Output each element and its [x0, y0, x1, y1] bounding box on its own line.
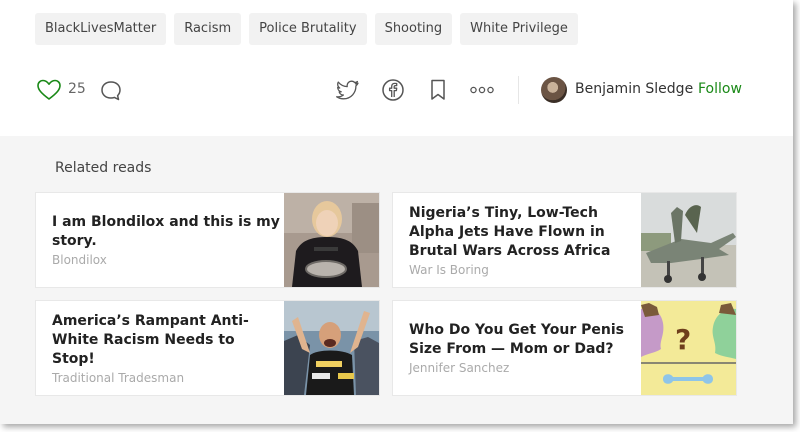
heart-icon[interactable] [36, 78, 62, 102]
more-icon[interactable] [469, 78, 495, 102]
related-reads-section: Related reads I am Blondilox and this is… [0, 136, 793, 424]
tag-list: BlackLivesMatter Racism Police Brutality… [35, 13, 578, 45]
twitter-icon[interactable] [335, 78, 361, 102]
card-thumbnail [641, 193, 736, 287]
card-source: Blondilox [52, 253, 107, 267]
card-source: Jennifer Sanchez [409, 361, 510, 375]
card-source: War Is Boring [409, 262, 489, 277]
tag-shooting[interactable]: Shooting [374, 13, 453, 45]
author-name[interactable]: Benjamin Sledge [575, 81, 693, 97]
related-card[interactable]: Who Do You Get Your Penis Size From — Mo… [392, 300, 737, 396]
card-thumbnail: ? [641, 301, 736, 395]
card-title[interactable]: Who Do You Get Your Penis Size From — Mo… [409, 321, 637, 359]
card-title[interactable]: America’s Rampant Anti-White Racism Need… [52, 312, 280, 369]
avatar[interactable] [541, 77, 567, 103]
comment-icon[interactable] [99, 79, 123, 103]
tag-white-privilege[interactable]: White Privilege [460, 13, 578, 45]
card-thumbnail [284, 193, 379, 287]
card-thumbnail [284, 301, 379, 395]
related-card[interactable]: I am Blondilox and this is my story. Blo… [35, 192, 380, 288]
separator-dot: · [686, 81, 691, 97]
svg-text:?: ? [675, 323, 691, 356]
post-footer: BlackLivesMatter Racism Police Brutality… [0, 0, 793, 424]
tag-police-brutality[interactable]: Police Brutality [249, 13, 367, 45]
tag-racism[interactable]: Racism [174, 13, 242, 45]
card-source: Traditional Tradesman [52, 370, 185, 385]
facebook-icon[interactable] [381, 78, 405, 102]
related-card[interactable]: Nigeria’s Tiny, Low-Tech Alpha Jets Have… [392, 192, 737, 288]
bookmark-icon[interactable] [428, 78, 448, 102]
card-title[interactable]: Nigeria’s Tiny, Low-Tech Alpha Jets Have… [409, 204, 637, 261]
action-bar: 25 Benjamin Sledge · Follow [0, 70, 793, 110]
clap-count: 25 [68, 81, 86, 97]
action-divider [518, 76, 519, 104]
card-title[interactable]: I am Blondilox and this is my story. [52, 213, 280, 251]
tag-blacklivesmatter[interactable]: BlackLivesMatter [35, 13, 167, 45]
related-card[interactable]: America’s Rampant Anti-White Racism Need… [35, 300, 380, 396]
follow-button[interactable]: Follow [698, 81, 742, 97]
related-reads-title: Related reads [55, 160, 152, 176]
